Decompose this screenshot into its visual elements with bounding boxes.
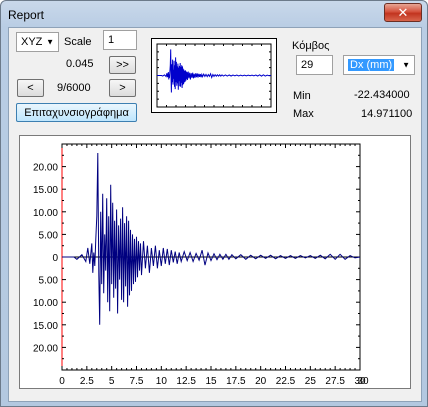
scale-input[interactable]: 1 [103, 30, 137, 50]
client-area: XYZ ▼ Scale 1 0.045 >> < 9/6000 > Επιταχ… [8, 27, 422, 402]
y-tick-label: 15.00 [33, 185, 58, 196]
x-tick-label: 10 [156, 376, 168, 387]
y-tick-label: 5.00 [39, 276, 59, 287]
x-tick-label: 25 [305, 376, 317, 387]
min-label: Min [293, 90, 311, 102]
y-tick-label: 0 [52, 253, 58, 264]
component-select-value: Dx (mm) [348, 59, 395, 71]
node-input-value: 29 [301, 59, 314, 71]
x-tick-label: 27.5 [325, 376, 345, 387]
chevron-down-icon: ▼ [402, 60, 410, 70]
chart-panel: 20.00 15.00 10.00 5.00 0 5.00 10.00 15.00 20.00 0… [19, 135, 411, 389]
preview-plot [156, 43, 272, 108]
close-button[interactable]: ✕ [384, 3, 422, 22]
scale-display: 0.045 [66, 58, 94, 70]
min-value: -22.434000 [354, 89, 410, 101]
accelerogram-button[interactable]: Επιταχυνσιογράφημα [16, 103, 137, 122]
node-input[interactable]: 29 [296, 55, 333, 75]
x-tick-label: 0 [59, 376, 65, 387]
y-tick-label: 10.00 [33, 298, 58, 309]
x-tick-label: 20 [255, 376, 267, 387]
chevron-down-icon: ▼ [46, 37, 54, 47]
fast-forward-button[interactable]: >> [109, 56, 136, 74]
fast-forward-label: >> [116, 59, 129, 71]
max-label: Max [293, 108, 314, 120]
y-tick-label: 20.00 [33, 343, 58, 354]
component-select[interactable]: Dx (mm) ▼ [343, 55, 415, 75]
scale-label: Scale [64, 36, 92, 48]
x-tick-label: 30 [357, 376, 369, 387]
max-value: 14.971100 [361, 108, 413, 120]
x-tick-label: 17.5 [226, 376, 246, 387]
report-window: Report ✕ XYZ ▼ Scale 1 0.045 >> < 9/6000… [0, 0, 428, 407]
x-tick-label: 22.5 [276, 376, 296, 387]
x-tick-label: 7.5 [130, 376, 144, 387]
accelerogram-label: Επιταχυνσιογράφημα [24, 106, 129, 119]
window-title: Report [8, 8, 45, 22]
x-tick-label: 12.5 [176, 376, 196, 387]
y-tick-label: 20.00 [33, 163, 58, 174]
node-label: Κόμβος [292, 40, 330, 52]
axis-select-value: XYZ [21, 36, 43, 48]
preview-signal [157, 49, 272, 93]
close-icon: ✕ [397, 4, 409, 20]
next-button[interactable]: > [109, 79, 136, 97]
scale-input-value: 1 [108, 34, 115, 46]
signal-line [62, 152, 361, 325]
accelerogram-chart: 20.00 15.00 10.00 5.00 0 5.00 10.00 15.00 20.00 0… [33, 143, 369, 387]
preview-panel [151, 38, 277, 113]
prev-button[interactable]: < [17, 79, 44, 97]
x-tick-label: 15 [205, 376, 217, 387]
axis-select[interactable]: XYZ ▼ [16, 32, 59, 52]
next-label: > [119, 82, 126, 94]
y-tick-label: 10.00 [33, 208, 58, 219]
prev-label: < [27, 82, 34, 94]
x-tick-label: 2.5 [80, 376, 94, 387]
frame-counter: 9/6000 [57, 82, 91, 94]
title-bar[interactable]: Report ✕ [1, 1, 427, 29]
x-tick-label: 5 [109, 376, 115, 387]
y-tick-label: 5.00 [39, 230, 59, 241]
y-tick-label: 15.00 [33, 321, 58, 332]
